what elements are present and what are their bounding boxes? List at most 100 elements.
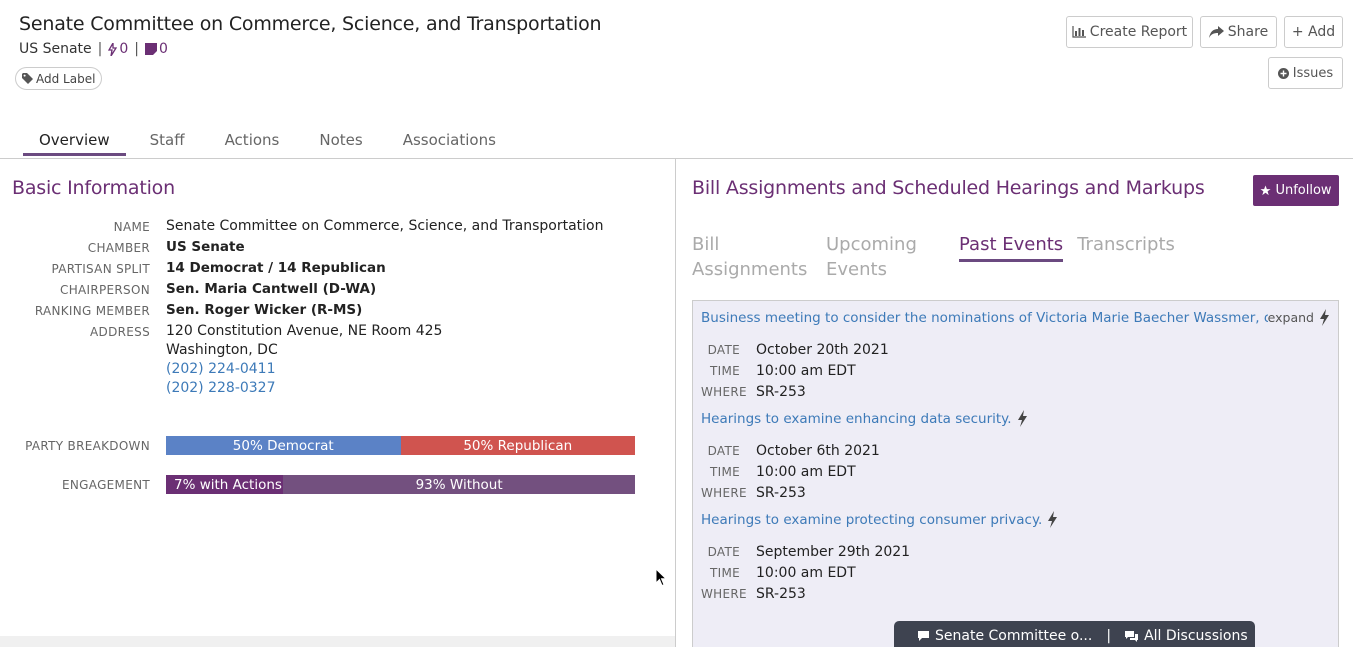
phone-link[interactable]: (202) 224-0411: [166, 360, 442, 379]
expand-link[interactable]: expand: [1268, 310, 1314, 325]
date-label: DATE: [707, 443, 740, 458]
tab-bill-assignments[interactable]: Bill Assignments: [692, 232, 826, 282]
tab-label-line: Past Events: [959, 234, 1064, 255]
chair-label: CHAIRPERSON: [60, 283, 150, 297]
event-where-row: WHERE SR-253: [701, 381, 1330, 402]
event-details: DATE October 20th 2021 TIME 10:00 am EDT W…: [701, 326, 1330, 402]
issues-button[interactable]: Issues: [1268, 57, 1343, 89]
event-time: 10:00 am EDT: [756, 564, 856, 581]
where-label: WHERE: [701, 384, 747, 399]
engagement-label: ENGAGEMENT: [62, 477, 150, 492]
all-discussions-tab[interactable]: All Discussions: [1144, 628, 1248, 644]
event-title-row: Hearings to examine protecting consumer …: [701, 511, 1330, 528]
info-row-ranking: RANKING MEMBER Sen. Roger Wicker (R-MS): [0, 301, 670, 322]
tab-staff[interactable]: Staff: [134, 128, 201, 155]
share-button[interactable]: Share: [1200, 16, 1277, 48]
event-time: 10:00 am EDT: [756, 362, 856, 379]
party-breakdown-bar: 50% Democrat 50% Republican: [166, 436, 635, 455]
event-where: SR-253: [756, 585, 806, 602]
tab-label-line: Transcripts: [1077, 234, 1175, 255]
tab-label-line: Events: [826, 259, 887, 280]
tab-upcoming-events[interactable]: Upcoming Events: [826, 232, 959, 282]
event-where: SR-253: [756, 383, 806, 400]
event-where: SR-253: [756, 484, 806, 501]
event-where-row: WHERE SR-253: [701, 482, 1330, 503]
tag-icon: [22, 73, 33, 84]
tab-label-line: Assignments: [692, 259, 808, 280]
event-date-row: DATE September 29th 2021: [701, 541, 1330, 562]
bolt-icon[interactable]: [1017, 410, 1028, 427]
create-report-label: Create Report: [1089, 24, 1188, 40]
tab-past-events[interactable]: Past Events: [959, 232, 1064, 282]
party-breakdown-row: PARTY BREAKDOWN 50% Democrat 50% Republi…: [0, 436, 670, 455]
where-label: WHERE: [701, 586, 747, 601]
bolt-icon[interactable]: [1047, 511, 1058, 528]
time-label: TIME: [709, 363, 740, 378]
address-line2: Washington, DC: [166, 342, 278, 358]
divider: [0, 158, 1353, 159]
tab-actions[interactable]: Actions: [209, 128, 296, 155]
divider: |: [1106, 628, 1112, 644]
unfollow-button[interactable]: Unfollow: [1253, 175, 1339, 206]
bill-assignments-title: Bill Assignments and Scheduled Hearings …: [692, 177, 1205, 199]
date-label: DATE: [707, 342, 740, 357]
plus-circle-icon: [1277, 67, 1289, 79]
divider: |: [134, 41, 139, 57]
actions-count[interactable]: 0: [108, 41, 128, 57]
tab-label-line: Upcoming: [826, 234, 917, 255]
address-line1: 120 Constitution Avenue, NE Room 425: [166, 323, 443, 339]
event-item: Hearings to examine protecting consumer …: [693, 503, 1338, 604]
date-label: DATE: [707, 544, 740, 559]
share-icon: [1208, 26, 1224, 38]
event-where-row: WHERE SR-253: [701, 583, 1330, 604]
tab-transcripts[interactable]: Transcripts: [1077, 232, 1175, 282]
event-details: DATE October 6th 2021 TIME 10:00 am EDT WH…: [701, 427, 1330, 503]
tab-label-line: Bill: [692, 234, 720, 255]
tab-overview[interactable]: Overview: [23, 128, 126, 156]
event-title-link[interactable]: Hearings to examine protecting consumer …: [701, 512, 1042, 528]
issues-label: Issues: [1292, 65, 1334, 81]
tab-notes[interactable]: Notes: [303, 128, 378, 155]
tab-associations[interactable]: Associations: [387, 128, 512, 155]
add-label: + Add: [1291, 24, 1336, 40]
partisan-value: 14 Democrat / 14 Republican: [166, 260, 386, 276]
event-time: 10:00 am EDT: [756, 463, 856, 480]
chats-icon: [1125, 630, 1139, 642]
without-actions-segment: 93% Without: [283, 475, 635, 494]
event-title-row: Business meeting to consider the nominat…: [701, 309, 1330, 326]
event-item: Business meeting to consider the nominat…: [693, 301, 1338, 402]
event-subtabs: Bill Assignments Upcoming Events Past Ev…: [692, 232, 1175, 282]
event-title-link[interactable]: Hearings to examine enhancing data secur…: [701, 411, 1012, 427]
basic-info-title: Basic Information: [12, 177, 175, 199]
info-row-partisan: PARTISAN SPLIT 14 Democrat / 14 Republic…: [0, 259, 670, 280]
party-breakdown-label: PARTY BREAKDOWN: [25, 438, 150, 453]
past-events-list: Business meeting to consider the nominat…: [692, 300, 1339, 647]
name-label: NAME: [113, 220, 150, 234]
event-time-row: TIME 10:00 am EDT: [701, 360, 1330, 381]
event-date-row: DATE October 20th 2021: [701, 339, 1330, 360]
fax-link[interactable]: (202) 228-0327: [166, 379, 442, 398]
bolt-icon[interactable]: [1319, 309, 1330, 326]
note-icon: [145, 43, 157, 55]
committee-discussion-tab[interactable]: Senate Committee o...: [935, 628, 1092, 644]
engagement-bar: 7% with Actions 93% Without: [166, 475, 635, 494]
notes-count-value: 0: [159, 41, 168, 57]
page-title: Senate Committee on Commerce, Science, a…: [19, 13, 602, 35]
add-button[interactable]: + Add: [1284, 16, 1343, 48]
horizontal-scrollbar[interactable]: [0, 636, 675, 647]
event-item: Hearings to examine enhancing data secur…: [693, 402, 1338, 503]
notes-count[interactable]: 0: [145, 41, 168, 57]
info-row-chair: CHAIRPERSON Sen. Maria Cantwell (D-WA): [0, 280, 670, 301]
name-value: Senate Committee on Commerce, Science, a…: [166, 218, 604, 234]
event-time-row: TIME 10:00 am EDT: [701, 461, 1330, 482]
event-date-row: DATE October 6th 2021: [701, 440, 1330, 461]
unfollow-label: Unfollow: [1275, 183, 1332, 198]
with-actions-segment: 7% with Actions: [166, 475, 284, 494]
address-value: 120 Constitution Avenue, NE Room 425 Was…: [166, 322, 442, 398]
event-title-link[interactable]: Business meeting to consider the nominat…: [701, 310, 1268, 326]
add-label-button[interactable]: Add Label: [15, 67, 103, 90]
bolt-icon: [108, 42, 118, 56]
republican-segment: 50% Republican: [400, 436, 635, 455]
discussion-bar: Senate Committee o... | All Discussions: [894, 621, 1255, 647]
create-report-button[interactable]: Create Report: [1066, 16, 1193, 48]
